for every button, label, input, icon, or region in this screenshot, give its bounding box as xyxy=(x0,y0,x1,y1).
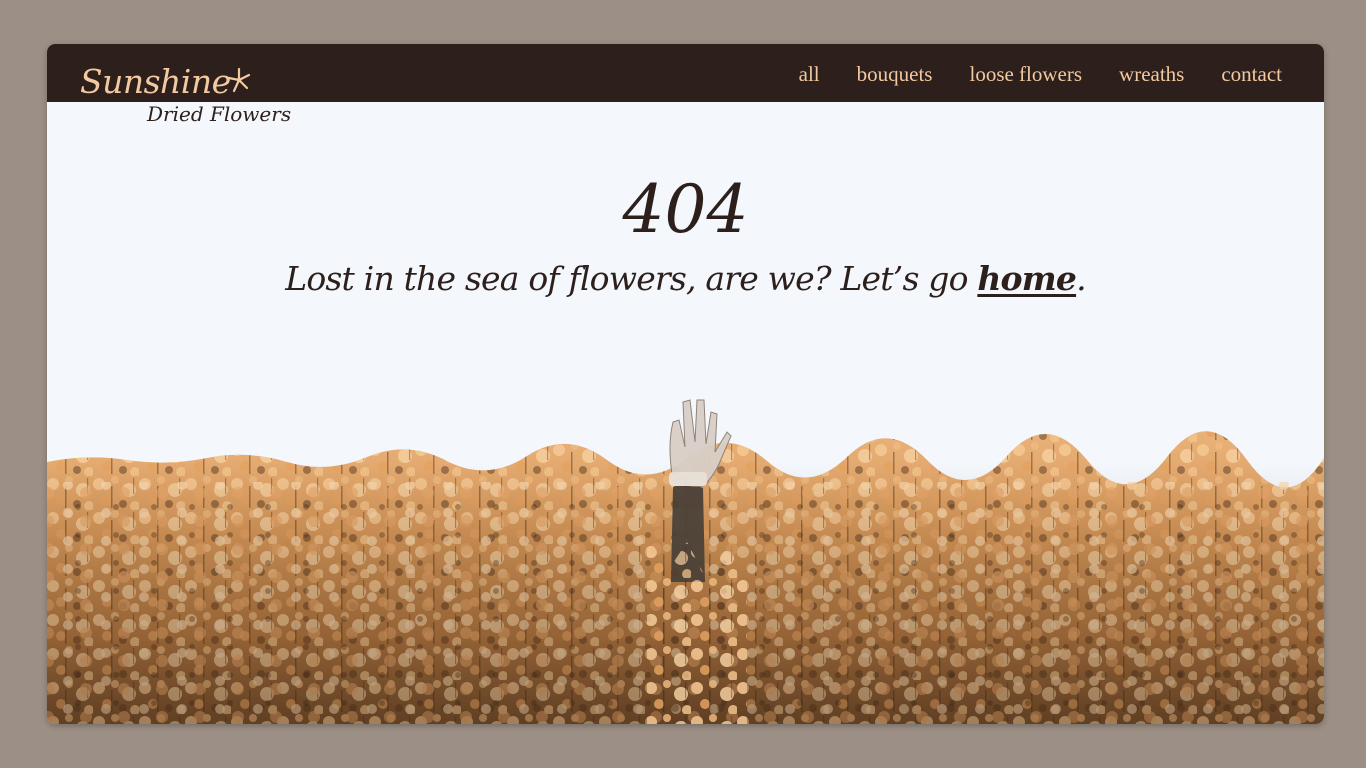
brand-tagline: Dried Flowers xyxy=(147,102,292,126)
error-message-text: Lost in the sea of flowers, are we? Let’… xyxy=(285,259,978,298)
main-nav: all bouquets loose flowers wreaths conta… xyxy=(799,60,1282,88)
nav-item-bouquets[interactable]: bouquets xyxy=(857,60,933,88)
error-code: 404 xyxy=(622,171,749,248)
brand-logo-text[interactable]: Sunshine xyxy=(80,62,231,102)
nav-item-loose-flowers[interactable]: loose flowers xyxy=(969,60,1082,88)
error-message: Lost in the sea of flowers, are we? Let’… xyxy=(47,257,1324,301)
home-link[interactable]: home xyxy=(977,259,1077,298)
error-message-period: . xyxy=(1076,259,1086,298)
flower-icon xyxy=(227,67,251,93)
navbar: Sunshine all bouquets loose flowers wrea… xyxy=(47,44,1324,102)
nav-item-contact[interactable]: contact xyxy=(1221,60,1282,88)
nav-item-all[interactable]: all xyxy=(799,60,820,88)
nav-item-wreaths[interactable]: wreaths xyxy=(1119,60,1184,88)
hero-section: 404 Lost in the sea of flowers, are we? … xyxy=(47,102,1324,724)
browser-page: 404 Lost in the sea of flowers, are we? … xyxy=(47,44,1324,724)
